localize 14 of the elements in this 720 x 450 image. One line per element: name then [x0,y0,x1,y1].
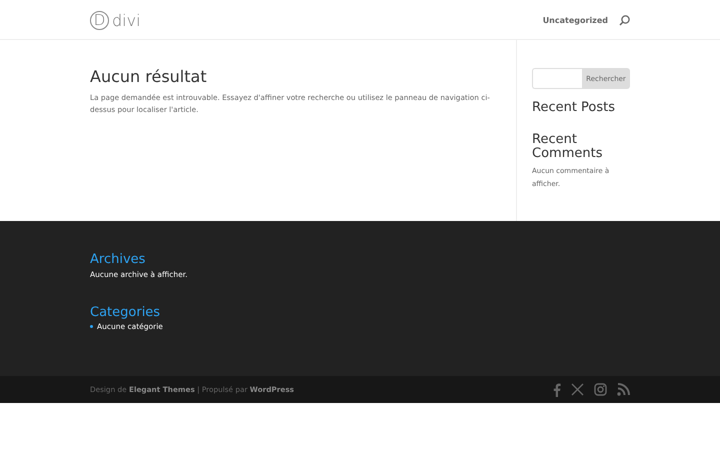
rss-icon[interactable] [617,383,630,396]
nav-link[interactable]: Uncategorized [542,16,608,24]
bullet-icon [90,325,93,328]
instagram-icon[interactable] [594,383,607,396]
search-icon[interactable] [619,14,630,26]
widget-title: Archives [90,252,146,267]
page-title: Aucun résultat [90,67,208,86]
widget-title: Recent Posts [532,101,616,115]
widget-title: Categories [90,305,162,320]
x-icon[interactable] [571,383,584,396]
widget-title: Recent Comments [532,133,604,161]
divi-logo[interactable]: D divi [90,10,141,30]
facebook-icon[interactable] [553,382,561,396]
search-field[interactable] [532,68,582,89]
